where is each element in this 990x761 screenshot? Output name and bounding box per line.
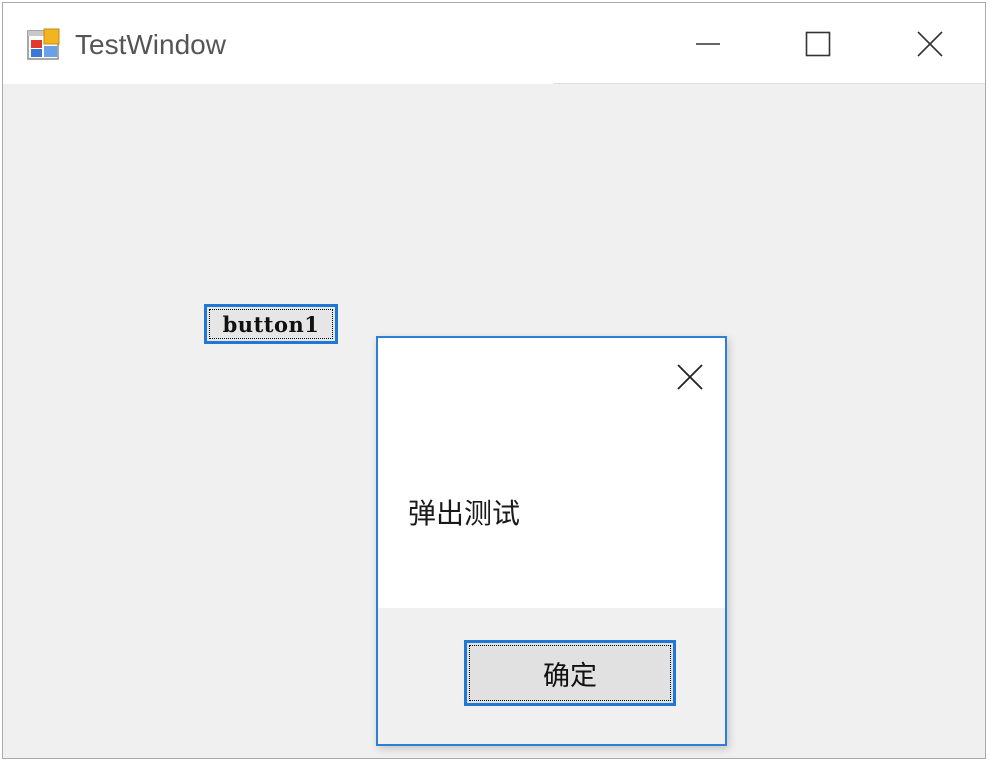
message-box-footer: 确定 bbox=[378, 608, 725, 744]
button1-label: button1 bbox=[209, 309, 333, 339]
close-icon bbox=[917, 30, 943, 57]
minimize-icon bbox=[696, 42, 720, 45]
ok-button-label: 确定 bbox=[469, 645, 671, 701]
window-title: TestWindow bbox=[75, 29, 226, 60]
close-icon bbox=[677, 364, 703, 390]
message-box-dialog: 弹出测试 确定 bbox=[376, 336, 727, 746]
title-bar[interactable]: TestWindow bbox=[3, 3, 985, 84]
message-box-close-button[interactable] bbox=[665, 352, 715, 402]
close-button[interactable] bbox=[875, 3, 985, 84]
message-text: 弹出测试 bbox=[408, 497, 521, 530]
app-window-icon bbox=[27, 28, 60, 60]
maximize-button[interactable] bbox=[763, 3, 873, 84]
button1[interactable]: button1 bbox=[204, 304, 338, 344]
ok-button[interactable]: 确定 bbox=[464, 640, 676, 706]
test-window: TestWindow button1 弹出测试 确定 bbox=[2, 2, 986, 759]
maximize-icon bbox=[805, 31, 831, 56]
minimize-button[interactable] bbox=[653, 3, 763, 84]
